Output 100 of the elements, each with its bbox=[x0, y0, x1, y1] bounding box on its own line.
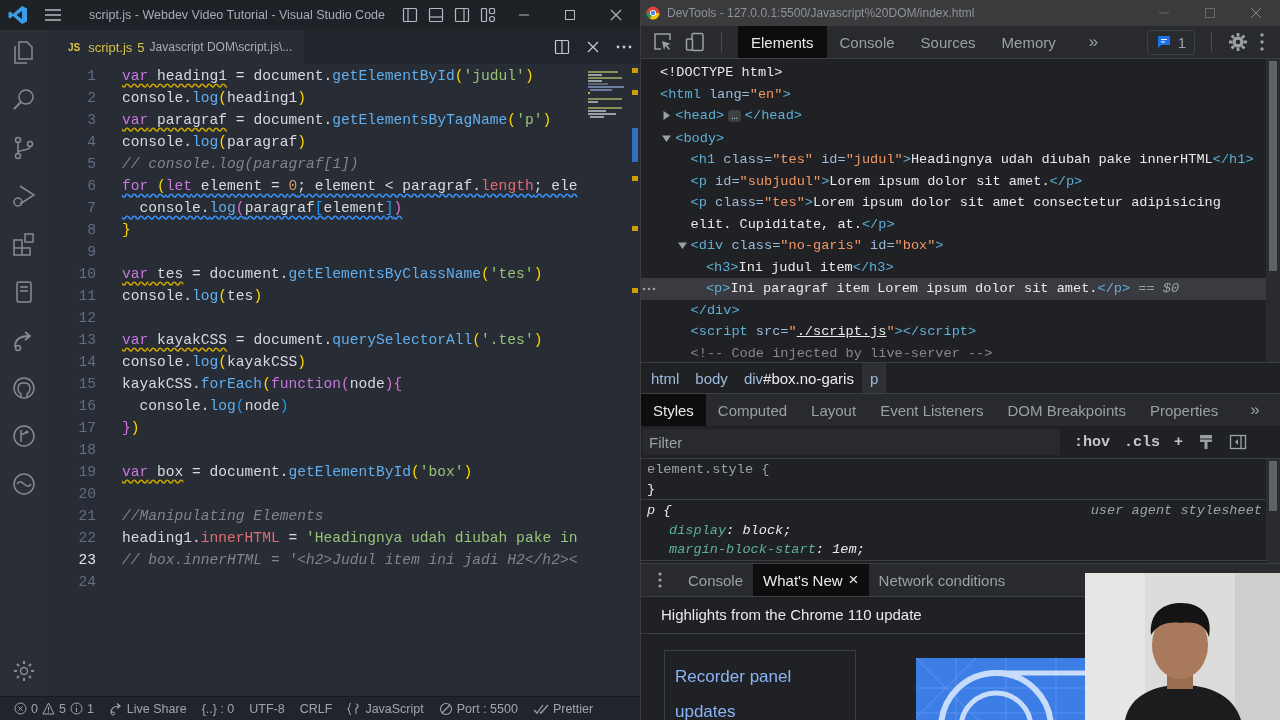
code-line: console.log(heading1) bbox=[122, 89, 306, 108]
code-line: var kayakCSS = document.querySelectorAll('.tes') bbox=[122, 331, 543, 350]
warning-count: 5 bbox=[58, 701, 66, 716]
code-line: }) bbox=[122, 419, 140, 438]
dom-node[interactable]: <p class="tes">Lorem ipsum dolor sit amet consectetur adipisicing elit. Cupiditate, at.</p> bbox=[690, 192, 1266, 235]
breadcrumb[interactable]: html bbox=[643, 363, 688, 393]
sidebar-tab[interactable]: Styles bbox=[641, 394, 706, 426]
code-line: var heading1 = document.getElementById('judul') bbox=[122, 67, 534, 86]
dom-node[interactable]: <div class="no-garis" id="box"> bbox=[690, 235, 1266, 257]
dom-node[interactable]: <html lang="en"> bbox=[660, 83, 1266, 105]
line-number: 18 bbox=[77, 441, 97, 460]
code-line: var box = document.getElementById('box') bbox=[122, 463, 473, 482]
dom-node[interactable]: <p id="subjudul">Lorem ipsum dolor sit amet.</p> bbox=[690, 170, 1266, 192]
toolbar-button[interactable]: + bbox=[1174, 433, 1184, 451]
code-line: console.log(tes) bbox=[122, 287, 263, 306]
css-selector: element.style { bbox=[647, 461, 770, 479]
dom-node[interactable]: </div> bbox=[690, 299, 1266, 321]
line-number: 21 bbox=[77, 507, 97, 526]
line-number: 4 bbox=[86, 133, 97, 152]
more-tabs-button[interactable]: » bbox=[1080, 32, 1107, 52]
dom-node[interactable]: <!DOCTYPE html> bbox=[660, 62, 1266, 84]
info-count: 1 bbox=[86, 701, 94, 716]
dom-node[interactable]: <h3>Ini judul item</h3> bbox=[705, 256, 1266, 278]
sidebar-tab[interactable]: Event Listeners bbox=[868, 394, 996, 426]
code-line: var tes = document.getElementsByClassName('tes') bbox=[122, 265, 543, 284]
code-line: var paragraf = document.getElementsByTagName('p') bbox=[122, 111, 552, 130]
code-line: // box.innerHTML = '<h2>Judul item ini jadi H2</h2>< bbox=[122, 551, 578, 570]
drawer-tab[interactable]: Network conditions bbox=[868, 564, 1016, 596]
code-line: //Manipulating Elements bbox=[122, 507, 324, 526]
drawer-tab[interactable]: What's New × bbox=[753, 564, 869, 596]
line-number: 14 bbox=[77, 353, 97, 372]
code-line: console.log(kayakCSS) bbox=[122, 353, 306, 372]
dom-node[interactable]: <body> bbox=[675, 127, 1266, 149]
closing-brace: } bbox=[647, 480, 657, 499]
status-item[interactable]: Port : 5500 bbox=[456, 701, 518, 716]
status-item[interactable]: {..} : 0 bbox=[201, 701, 235, 716]
dom-node[interactable]: <h1 class="tes" id="judul">Headingnya udah diubah pake innerHTML</h1> bbox=[690, 149, 1266, 171]
css-selector: p { bbox=[647, 502, 672, 521]
line-number: 22 bbox=[77, 529, 97, 548]
dom-node[interactable]: <!-- Code injected by live-server --> bbox=[690, 342, 1266, 362]
status-item[interactable]: CRLF bbox=[299, 701, 333, 716]
filter-field[interactable]: Filter bbox=[643, 429, 1060, 455]
line-number: 12 bbox=[77, 309, 97, 328]
line-number: 11 bbox=[77, 287, 97, 306]
code-line: console.log(paragraf) bbox=[122, 133, 306, 152]
line-number: 20 bbox=[77, 485, 97, 504]
line-number: 23 bbox=[77, 551, 97, 570]
panel-tab[interactable]: Elements bbox=[738, 26, 827, 58]
toolbar-button[interactable]: :hov bbox=[1074, 433, 1110, 451]
toolbar-button[interactable]: .cls bbox=[1124, 433, 1161, 451]
code-line: } bbox=[122, 221, 131, 240]
css-declaration[interactable]: margin-block-start: 1em; bbox=[647, 540, 1262, 560]
status-item[interactable]: Prettier bbox=[552, 701, 594, 716]
dom-node[interactable]: <script src="./script.js"></script> bbox=[690, 321, 1266, 343]
panel-tab[interactable]: Memory bbox=[988, 26, 1069, 58]
line-number: 5 bbox=[86, 155, 97, 174]
sidebar-tab[interactable]: DOM Breakpoints bbox=[995, 394, 1138, 426]
dom-node[interactable]: <head> … </head> bbox=[675, 105, 1266, 128]
sidebar-tab[interactable]: Properties bbox=[1137, 394, 1231, 426]
code-line: console.log(node) bbox=[138, 397, 289, 416]
sidebar-tab[interactable]: Layout bbox=[799, 394, 869, 426]
line-number: 13 bbox=[77, 331, 97, 350]
more-tabs-button[interactable]: » bbox=[1242, 400, 1268, 420]
line-number: 2 bbox=[86, 89, 97, 108]
line-number: 6 bbox=[86, 177, 97, 196]
status-item[interactable]: UTF-8 bbox=[249, 701, 285, 716]
sidebar-tab[interactable]: Computed bbox=[705, 394, 800, 426]
line-number: 19 bbox=[77, 463, 97, 482]
status-item[interactable]: JavaScript bbox=[365, 701, 424, 716]
code-line: heading1.innerHTML = 'Headingnya udah diubah pake in bbox=[122, 529, 578, 548]
breadcrumb[interactable]: body bbox=[687, 363, 736, 393]
line-number: 10 bbox=[77, 265, 97, 284]
drawer-tab[interactable]: Console bbox=[678, 564, 754, 596]
line-number: 3 bbox=[86, 111, 97, 130]
editor-tab[interactable]: JS script.js 5 Javascript DOM\script.js\... bbox=[48, 30, 305, 64]
css-declaration[interactable]: display: block; bbox=[647, 520, 1262, 541]
breadcrumb[interactable]: div#box.no-garis bbox=[735, 363, 862, 393]
stylesheet-source: user agent stylesheet bbox=[1090, 502, 1262, 521]
feature-link[interactable]: Recorder panel updates bbox=[675, 659, 845, 720]
error-count: 0 bbox=[31, 701, 38, 716]
line-number: 16 bbox=[77, 397, 97, 416]
window-title: DevTools - 127.0.0.1:5500/Javascript%20DOM/index.html bbox=[667, 6, 976, 20]
status-item[interactable]: Live Share bbox=[126, 701, 187, 716]
line-number: 15 bbox=[77, 375, 97, 394]
window-title: script.js - Webdev Video Tutorial - Visual Studio Code bbox=[88, 8, 386, 22]
panel-tab[interactable]: Console bbox=[826, 26, 908, 58]
issues-button[interactable]: 1 bbox=[1146, 29, 1195, 55]
line-number: 17 bbox=[77, 419, 97, 438]
line-number: 8 bbox=[86, 221, 97, 240]
code-line: // console.log(paragraf[1]) bbox=[122, 155, 359, 174]
line-number: 1 bbox=[86, 67, 97, 86]
code-line: kayakCSS.forEach(function(node){ bbox=[122, 375, 403, 394]
line-number: 7 bbox=[86, 199, 97, 218]
breadcrumb[interactable]: p bbox=[861, 363, 887, 393]
code-line: console.log(paragraf[element]) bbox=[138, 199, 403, 218]
line-number: 9 bbox=[86, 243, 97, 262]
code-line: for (let element = 0; element < paragraf.length; ele bbox=[122, 177, 578, 196]
panel-tab[interactable]: Sources bbox=[907, 26, 989, 58]
problems-indicator[interactable]: 0 5 1 bbox=[14, 701, 94, 716]
line-number: 24 bbox=[77, 573, 97, 592]
